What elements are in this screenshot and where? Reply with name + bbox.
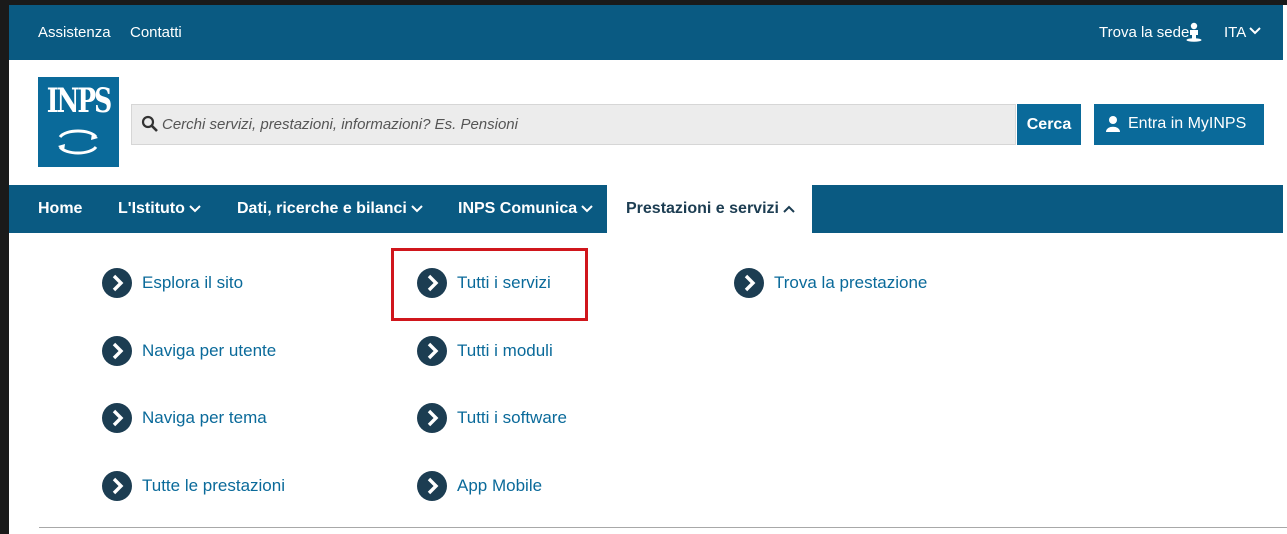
submenu-link-label: App Mobile — [457, 476, 543, 495]
login-myinps-button[interactable]: Entra in MyINPS — [1094, 104, 1264, 145]
nav-istituto[interactable]: L'Istituto — [118, 185, 201, 233]
divider — [39, 527, 1287, 528]
trova-sede-link[interactable]: Trova la sede — [1099, 24, 1189, 41]
login-label: Entra in MyINPS — [1128, 115, 1247, 132]
person-pin-icon[interactable] — [1186, 22, 1202, 42]
nav-comunica[interactable]: INPS Comunica — [458, 185, 593, 233]
submenu-link-label: Naviga per utente — [142, 341, 277, 360]
utility-bar: Assistenza Contatti Trova la sede ITA — [9, 5, 1283, 60]
chevron-right-circle-icon — [102, 336, 132, 366]
chevron-right-circle-icon — [734, 268, 764, 298]
language-selector[interactable]: ITA — [1224, 24, 1246, 41]
chevron-down-icon — [189, 205, 201, 213]
submenu-link-label: Tutti i moduli — [457, 341, 553, 360]
assistenza-link[interactable]: Assistenza — [38, 24, 111, 41]
search-icon — [141, 115, 158, 132]
prestazioni-submenu: Esplora il sito Naviga per utente Naviga… — [9, 233, 1287, 533]
nav-dati[interactable]: Dati, ricerche e bilanci — [237, 185, 423, 233]
submenu-link-label: Tutti i software — [457, 408, 567, 427]
nav-comunica-label: INPS Comunica — [458, 200, 578, 217]
submenu-link-label: Esplora il sito — [142, 273, 244, 292]
nav-prestazioni[interactable]: Prestazioni e servizi — [607, 185, 812, 233]
chevron-down-icon — [411, 205, 423, 213]
inps-logo[interactable]: INPS — [38, 77, 119, 167]
user-icon — [1106, 116, 1120, 132]
chevron-right-circle-icon — [417, 336, 447, 366]
nav-home-label: Home — [38, 200, 83, 217]
nav-istituto-label: L'Istituto — [118, 200, 185, 217]
contatti-link[interactable]: Contatti — [130, 24, 182, 41]
chevron-right-circle-icon — [417, 471, 447, 501]
logo-arrows-icon — [58, 129, 98, 155]
chevron-right-circle-icon — [417, 403, 447, 433]
chevron-right-circle-icon — [102, 403, 132, 433]
search-button[interactable]: Cerca — [1017, 104, 1081, 145]
main-nav: Home L'Istituto Dati, ricerche e bilanci… — [9, 185, 1283, 233]
chevron-down-icon — [581, 205, 593, 213]
screenshot-frame-left — [0, 0, 9, 534]
chevron-down-icon[interactable] — [1249, 26, 1261, 36]
chevron-right-circle-icon — [102, 471, 132, 501]
nav-home[interactable]: Home — [38, 185, 82, 233]
submenu-link-label: Naviga per tema — [142, 408, 267, 427]
nav-prestazioni-label: Prestazioni e servizi — [626, 200, 779, 217]
submenu-link-label: Tutte le prestazioni — [142, 476, 285, 495]
logo-text: INPS — [46, 81, 112, 121]
chevron-up-icon — [783, 205, 795, 213]
chevron-right-circle-icon — [102, 268, 132, 298]
nav-dati-label: Dati, ricerche e bilanci — [237, 200, 407, 217]
search-bar — [131, 104, 1016, 145]
annotation-highlight-box — [391, 248, 588, 321]
submenu-link-label: Trova la prestazione — [774, 273, 928, 292]
site-header: INPS Cerca Entra in MyINPS — [9, 60, 1283, 185]
search-input[interactable] — [160, 105, 1000, 144]
